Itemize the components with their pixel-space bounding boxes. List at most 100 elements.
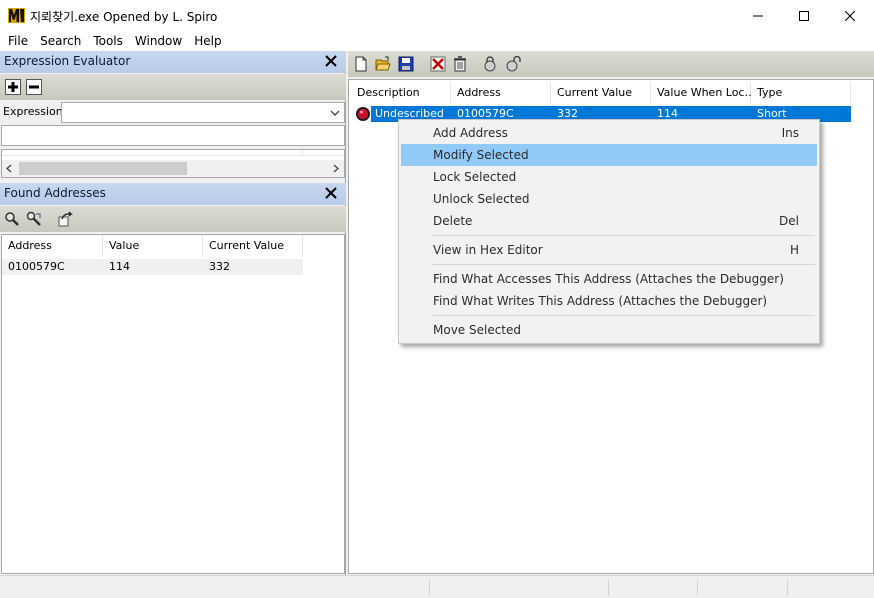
menu-item-shortcut: Ins [781, 126, 799, 140]
found-addresses-close-button[interactable] [324, 186, 338, 200]
menu-item-label: Lock Selected [433, 170, 517, 184]
found-current-value-cell: 332 [209, 260, 230, 273]
main-toolbar [348, 51, 874, 77]
trash-icon [454, 56, 466, 72]
plus-icon [5, 79, 21, 95]
open-folder-icon [375, 56, 391, 71]
minimize-icon [753, 15, 763, 16]
remove-expression-button[interactable] [25, 78, 43, 96]
table-row[interactable]: 0100579C 114 332 [2, 259, 303, 275]
cut-button[interactable] [429, 55, 447, 73]
wrench-icon [26, 211, 41, 226]
lock-icon [484, 56, 496, 72]
menu-item-add-address[interactable]: Add Address Ins [401, 122, 817, 144]
save-list-button[interactable] [397, 55, 415, 73]
status-bar-divider [697, 579, 698, 596]
open-list-button[interactable] [374, 55, 392, 73]
maximize-button[interactable] [781, 0, 827, 31]
found-value-cell: 114 [109, 260, 130, 273]
menu-item-label: Unlock Selected [433, 192, 530, 206]
context-menu: Add Address Ins Modify Selected Lock Sel… [398, 119, 820, 344]
scroll-left-icon[interactable] [6, 164, 12, 173]
menu-item-move-selected[interactable]: Move Selected [401, 319, 817, 341]
menu-item-label: Move Selected [433, 323, 522, 337]
column-header-current-value[interactable]: Current Value [203, 235, 303, 257]
menu-window[interactable]: Window [129, 31, 188, 51]
menu-item-label: View in Hex Editor [433, 243, 543, 257]
found-addresses-toolbar [0, 206, 346, 232]
app-logo-icon [8, 7, 25, 24]
search-button[interactable] [3, 210, 21, 228]
status-bar-divider [787, 579, 788, 596]
menu-bar: File Search Tools Window Help [0, 31, 874, 51]
menu-separator [431, 235, 815, 236]
close-icon [325, 55, 337, 67]
minus-icon [26, 79, 42, 95]
unlock-button[interactable] [504, 55, 522, 73]
new-list-button[interactable] [352, 55, 370, 73]
found-addresses-title: Found Addresses [4, 186, 106, 200]
expression-combobox[interactable] [61, 102, 345, 123]
menu-separator [431, 315, 815, 316]
expression-list-column-divider [302, 150, 303, 156]
scrollbar-thumb[interactable] [19, 162, 187, 175]
column-header-value-when-locked[interactable]: Value When Loc… [651, 82, 756, 104]
column-header-current-value[interactable]: Current Value [551, 82, 651, 104]
expression-evaluator-close-button[interactable] [324, 54, 338, 68]
menu-tools[interactable]: Tools [87, 31, 129, 51]
expression-toolbar [0, 74, 346, 100]
search-options-button[interactable] [25, 210, 43, 228]
menu-file[interactable]: File [2, 31, 34, 51]
status-bar-divider [429, 579, 430, 596]
chevron-down-icon [330, 110, 340, 116]
menu-search[interactable]: Search [34, 31, 87, 51]
menu-item-label: Add Address [433, 126, 508, 140]
found-addresses-list[interactable]: Address Value Current Value 0100579C 114… [1, 234, 345, 574]
menu-item-find-accesses[interactable]: Find What Accesses This Address (Attache… [401, 268, 817, 290]
close-window-button[interactable] [827, 0, 873, 31]
arrow-right-icon [58, 211, 73, 227]
expression-evaluator-header: Expression Evaluator [0, 51, 346, 73]
status-bar-divider [608, 579, 609, 596]
found-addresses-header: Found Addresses [0, 183, 346, 205]
expression-hscrollbar[interactable] [2, 160, 344, 177]
add-to-list-button[interactable] [57, 210, 75, 228]
found-address-cell: 0100579C [8, 260, 65, 273]
menu-help[interactable]: Help [188, 31, 227, 51]
menu-item-view-in-hex-editor[interactable]: View in Hex Editor H [401, 239, 817, 261]
column-header-address[interactable]: Address [2, 235, 103, 257]
new-file-icon [355, 56, 367, 72]
minimize-button[interactable] [735, 0, 781, 31]
menu-item-find-writes[interactable]: Find What Writes This Address (Attaches … [401, 290, 817, 312]
menu-item-modify-selected[interactable]: Modify Selected [401, 144, 817, 166]
title-bar: 지뢰찾기.exe Opened by L. Spiro [0, 0, 874, 31]
column-header-type[interactable]: Type [751, 82, 851, 104]
unlock-icon [506, 56, 521, 72]
column-header-value[interactable]: Value [103, 235, 203, 257]
expression-result-field[interactable] [1, 125, 345, 146]
menu-item-delete[interactable]: Delete Del [401, 210, 817, 232]
column-header-description[interactable]: Description [351, 82, 451, 104]
column-header-address[interactable]: Address [451, 82, 551, 104]
menu-item-label: Modify Selected [433, 148, 529, 162]
expression-results-list[interactable] [1, 149, 345, 178]
expression-evaluator-title: Expression Evaluator [4, 54, 131, 68]
menu-item-shortcut: Del [779, 214, 799, 228]
menu-item-unlock-selected[interactable]: Unlock Selected [401, 188, 817, 210]
menu-item-label: Delete [433, 214, 473, 228]
window-title: 지뢰찾기.exe Opened by L. Spiro [30, 10, 218, 24]
magnifier-icon [5, 212, 19, 226]
locked-status-icon[interactable] [355, 106, 371, 122]
close-icon [325, 187, 337, 199]
save-disk-icon [398, 56, 414, 72]
add-expression-button[interactable] [4, 78, 22, 96]
scroll-right-icon[interactable] [333, 164, 339, 173]
menu-item-lock-selected[interactable]: Lock Selected [401, 166, 817, 188]
lock-button[interactable] [481, 55, 499, 73]
menu-separator [431, 264, 815, 265]
close-icon [845, 10, 855, 21]
menu-item-label: Find What Accesses This Address (Attache… [433, 272, 784, 286]
maximize-icon [799, 10, 809, 21]
delete-button[interactable] [451, 55, 469, 73]
menu-item-label: Find What Writes This Address (Attaches … [433, 294, 768, 308]
